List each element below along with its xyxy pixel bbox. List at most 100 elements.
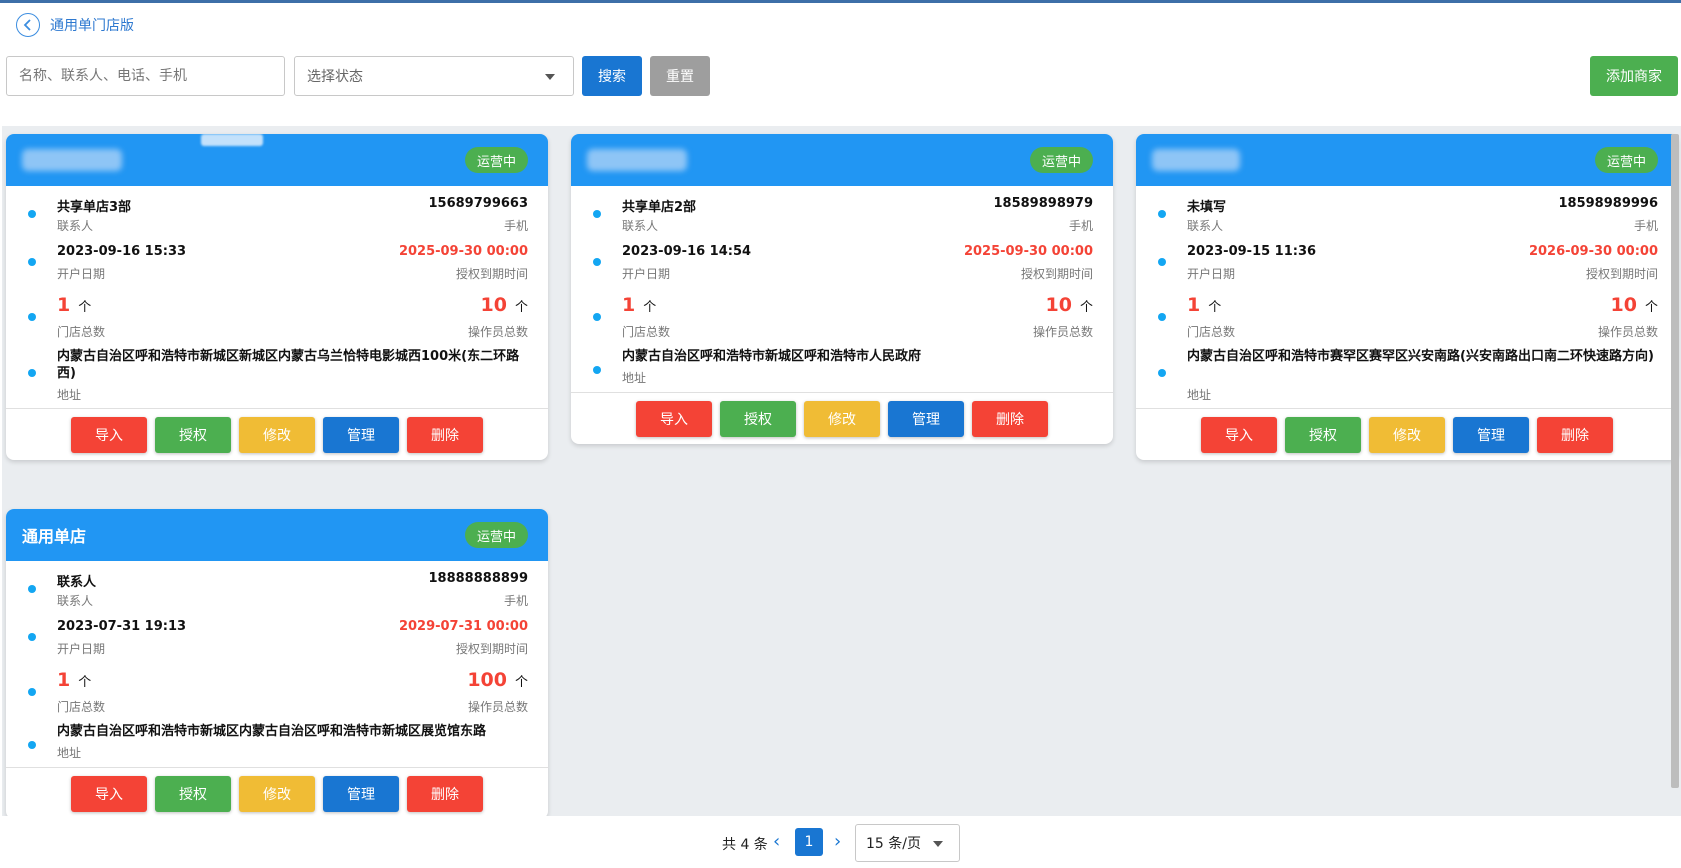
contact-row: 联系人 联系人 18888888899 手机 (28, 561, 528, 613)
import-button[interactable]: 导入 (71, 776, 147, 812)
card-actions: 导入 授权 修改 管理 删除 (6, 409, 548, 453)
unit-label: 个 (1208, 300, 1222, 315)
manage-button[interactable]: 管理 (888, 401, 964, 437)
unit-label: 个 (78, 675, 92, 690)
breadcrumb: 通用单门店版 (16, 12, 134, 38)
manage-button[interactable]: 管理 (323, 417, 399, 453)
mobile-label: 手机 (1068, 219, 1093, 233)
page-size-select[interactable]: 15 条/页 (855, 824, 960, 862)
operator-count-label: 操作员总数 (467, 325, 528, 339)
search-button[interactable]: 搜索 (582, 56, 642, 96)
unit-label: 个 (1079, 300, 1093, 315)
delete-button[interactable]: 删除 (407, 417, 483, 453)
status-badge: 运营中 (1029, 147, 1093, 173)
prev-page-icon[interactable]: ‹ (773, 831, 780, 852)
back-button[interactable] (16, 13, 40, 37)
operator-count-value: 10 (1045, 294, 1072, 316)
edit-button[interactable]: 修改 (1369, 417, 1445, 453)
bullet-dot (28, 633, 36, 641)
card-header: 通用单店 运营中 (6, 509, 548, 561)
operator-count: 10 个 (481, 294, 528, 316)
contact-label: 联系人 (57, 594, 94, 608)
bullet-dot (593, 313, 601, 321)
authorize-button[interactable]: 授权 (1285, 417, 1361, 453)
manage-button[interactable]: 管理 (1453, 417, 1529, 453)
delete-button[interactable]: 删除 (1537, 417, 1613, 453)
address-label: 地址 (622, 371, 647, 385)
open-date-value: 2023-09-15 11:36 (1187, 244, 1317, 259)
authorize-button[interactable]: 授权 (155, 417, 231, 453)
search-input[interactable] (6, 56, 285, 96)
total-count: 共 4 条 (722, 837, 768, 853)
next-page-icon[interactable]: › (834, 831, 841, 852)
open-date-label: 开户日期 (57, 267, 106, 281)
address-row: 内蒙古自治区呼和浩特市新城区内蒙古自治区呼和浩特市新城区展览馆东路 地址 (28, 719, 528, 767)
store-count: 1个 (57, 669, 91, 691)
card-actions: 导入 授权 修改 管理 删除 (571, 393, 1113, 437)
bullet-dot (28, 258, 36, 266)
count-row: 1个 门店总数 10 个 操作员总数 (593, 286, 1093, 344)
expire-value: 2025-09-30 00:00 (398, 244, 528, 259)
contact-label: 联系人 (57, 219, 94, 233)
operator-count: 10 个 (1046, 294, 1093, 316)
authorize-button[interactable]: 授权 (155, 776, 231, 812)
operator-count-value: 10 (480, 294, 507, 316)
mobile-value: 18589898979 (993, 196, 1094, 211)
mobile-value: 18888888899 (428, 571, 529, 586)
open-date-value: 2023-09-16 14:54 (622, 244, 752, 259)
bullet-dot (28, 313, 36, 321)
edit-button[interactable]: 修改 (804, 401, 880, 437)
mobile-value: 15689799663 (428, 196, 529, 211)
date-row: 2023-09-15 11:36 开户日期 2026-09-30 00:00 授… (1158, 238, 1658, 286)
expire-value: 2026-09-30 00:00 (1528, 244, 1658, 259)
operator-count-value: 100 (467, 669, 507, 691)
reset-button[interactable]: 重置 (650, 56, 710, 96)
delete-button[interactable]: 删除 (407, 776, 483, 812)
unit-label: 个 (78, 300, 92, 315)
edit-button[interactable]: 修改 (239, 417, 315, 453)
store-count-label: 门店总数 (57, 325, 106, 339)
merchant-card: 运营中 共享单店2部 联系人 18589898979 手机 2023-09-16… (571, 134, 1113, 444)
operator-count: 10 个 (1611, 294, 1658, 316)
edit-button[interactable]: 修改 (239, 776, 315, 812)
mobile-value: 18598989996 (1558, 196, 1659, 211)
import-button[interactable]: 导入 (71, 417, 147, 453)
bullet-dot (593, 258, 601, 266)
unit-label: 个 (1644, 300, 1658, 315)
count-row: 1个 门店总数 10 个 操作员总数 (1158, 286, 1658, 344)
pagination: 共 4 条 ‹ 1 › 15 条/页 (0, 816, 1681, 868)
store-count: 1个 (1187, 294, 1221, 316)
vertical-scrollbar[interactable] (1671, 134, 1679, 788)
caret-down-icon (933, 841, 943, 847)
store-count: 1个 (622, 294, 656, 316)
address-row: 内蒙古自治区呼和浩特市新城区新城区内蒙古乌兰恰特电影城西100米(东二环路西) … (28, 344, 528, 408)
bullet-dot (1158, 369, 1166, 377)
operator-count-label: 操作员总数 (467, 700, 528, 714)
open-date-label: 开户日期 (57, 642, 106, 656)
card-header: 运营中 (6, 134, 548, 186)
status-select[interactable]: 选择状态 (294, 56, 574, 96)
open-date-label: 开户日期 (622, 267, 671, 281)
merchant-card: 运营中 未填写 联系人 18598989996 手机 2023-09-15 11… (1136, 134, 1678, 460)
operator-count-value: 10 (1610, 294, 1637, 316)
expire-label: 授权到期时间 (455, 267, 528, 281)
import-button[interactable]: 导入 (636, 401, 712, 437)
store-count-label: 门店总数 (57, 700, 106, 714)
add-merchant-button[interactable]: 添加商家 (1590, 56, 1678, 96)
mobile-label: 手机 (1633, 219, 1658, 233)
operator-count-label: 操作员总数 (1597, 325, 1658, 339)
contact-row: 共享单店3部 联系人 15689799663 手机 (28, 186, 528, 238)
manage-button[interactable]: 管理 (323, 776, 399, 812)
page-number-current[interactable]: 1 (795, 828, 823, 856)
open-date-value: 2023-07-31 19:13 (57, 619, 187, 634)
page-title[interactable]: 通用单门店版 (50, 15, 134, 35)
contact-value: 未填写 (1187, 200, 1227, 215)
address-label: 地址 (1187, 388, 1212, 402)
contact-label: 联系人 (622, 219, 659, 233)
delete-button[interactable]: 删除 (972, 401, 1048, 437)
store-count-value: 1 (57, 294, 71, 316)
import-button[interactable]: 导入 (1201, 417, 1277, 453)
mobile-label: 手机 (503, 219, 528, 233)
open-date-value: 2023-09-16 15:33 (57, 244, 187, 259)
authorize-button[interactable]: 授权 (720, 401, 796, 437)
